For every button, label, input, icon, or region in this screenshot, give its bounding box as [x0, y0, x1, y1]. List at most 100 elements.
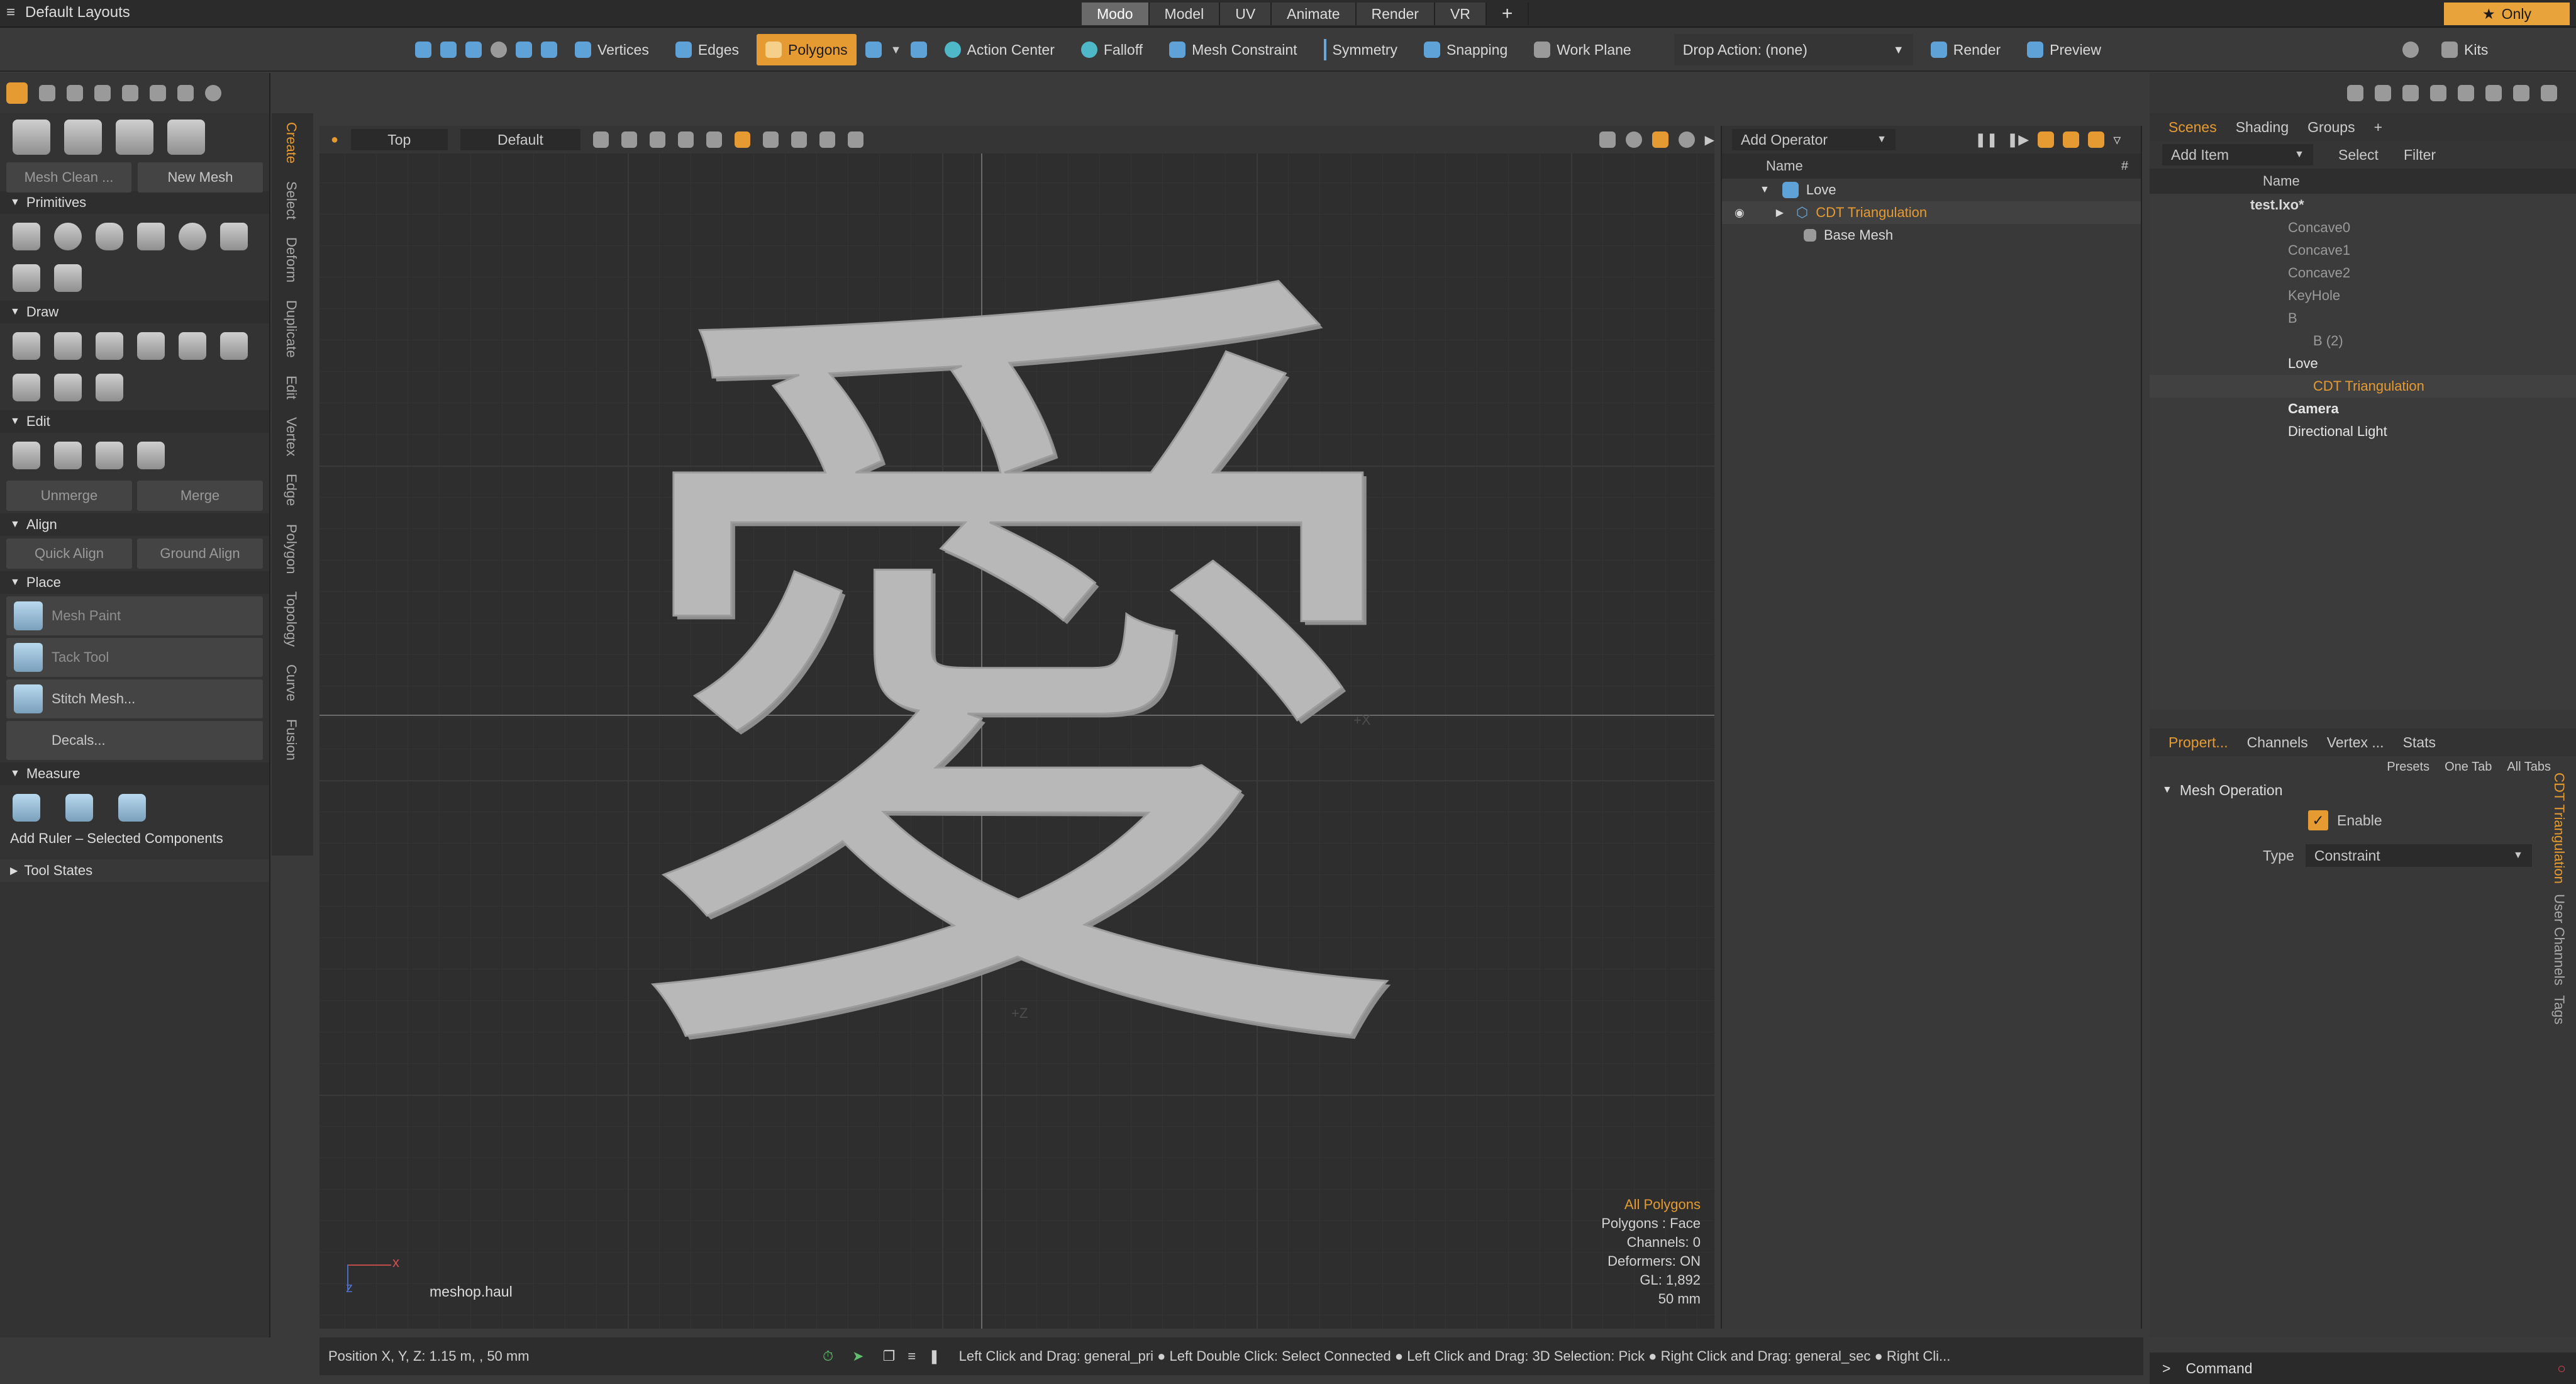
step-icon[interactable]: ❚▶ — [2007, 131, 2029, 148]
no-overlay-icon[interactable] — [847, 131, 863, 148]
tree-row[interactable]: B — [2150, 307, 2576, 330]
tube-icon[interactable] — [13, 264, 40, 292]
tab-curve[interactable]: Curve — [272, 656, 311, 710]
move-icon[interactable] — [39, 85, 55, 101]
camera-icon[interactable] — [2485, 85, 2502, 101]
mesh-paint-button[interactable]: Mesh Paint — [6, 596, 263, 635]
section-draw[interactable]: ▼ Draw — [0, 301, 269, 323]
mode-dropdown-icon[interactable]: ▼ — [891, 43, 902, 57]
pan-icon[interactable] — [1599, 131, 1616, 148]
mesh-op-row[interactable]: ◉ ▶ ⬡ CDT Triangulation — [1722, 201, 2141, 224]
one-tab-button[interactable]: One Tab — [2445, 760, 2492, 774]
rotate-icon[interactable] — [67, 85, 83, 101]
only-button[interactable]: ★ Only — [2444, 3, 2570, 25]
columns-icon[interactable]: ❚ — [928, 1348, 940, 1364]
select-through-icon[interactable] — [440, 42, 457, 58]
tab-deform[interactable]: Deform — [272, 228, 311, 291]
ground-align-button[interactable]: Ground Align — [137, 539, 263, 569]
side-tab-cdt[interactable]: CDT Triangulation — [2547, 767, 2571, 889]
pause-icon[interactable]: ❚❚ — [1975, 131, 1998, 148]
sketch-icon[interactable] — [54, 332, 82, 360]
scale-icon[interactable] — [94, 85, 111, 101]
tab-edge[interactable]: Edge — [272, 465, 311, 515]
add-layout-button[interactable]: + — [1487, 3, 1530, 25]
filter-icon[interactable]: ▿ — [2113, 131, 2121, 149]
layout-icon-1[interactable] — [2038, 131, 2055, 148]
tab-topology[interactable]: Topology — [272, 583, 311, 656]
edges-mode-button[interactable]: Edges — [667, 34, 748, 65]
add-item-button[interactable]: Add Item ▼ — [2162, 144, 2313, 165]
tree-row[interactable]: Concave2 — [2150, 262, 2576, 284]
mesh-love-character[interactable]: 愛 — [608, 214, 1428, 1158]
tab-properties[interactable]: Propert... — [2168, 734, 2228, 751]
tree-row[interactable]: B (2) — [2150, 330, 2576, 352]
layout-tab-uv[interactable]: UV — [1220, 3, 1272, 25]
mesh-clean-button[interactable]: Mesh Clean ... — [6, 162, 131, 193]
tab-create[interactable]: Create — [272, 113, 311, 172]
mesh-constraint-button[interactable]: Mesh Constraint — [1160, 34, 1306, 65]
enable-checkbox[interactable]: ✓ — [2308, 810, 2328, 830]
layout-tab-render[interactable]: Render — [1356, 3, 1435, 25]
group-icon[interactable] — [2513, 85, 2529, 101]
run-icon[interactable]: ➤ — [852, 1348, 863, 1364]
curve-draw-icon[interactable] — [137, 332, 165, 360]
falloff-button[interactable]: Falloff — [1072, 34, 1152, 65]
cut-icon[interactable] — [13, 442, 40, 469]
paste-icon[interactable] — [137, 442, 165, 469]
filter-button[interactable]: Filter — [2404, 147, 2436, 164]
tab-shading[interactable]: Shading — [2236, 119, 2289, 136]
bars-icon[interactable]: ≡ — [908, 1348, 916, 1364]
auto-select-icon[interactable] — [910, 42, 927, 58]
all-tabs-button[interactable]: All Tabs — [2507, 760, 2551, 774]
collapse-icon[interactable]: ▼ — [1760, 184, 1770, 196]
fit-view-icon[interactable] — [1652, 131, 1668, 148]
tab-select[interactable]: Select — [272, 172, 311, 228]
layout-icon-2[interactable] — [2063, 131, 2080, 148]
mesh-op-row[interactable]: Base Mesh — [1722, 224, 2141, 247]
3d-viewport[interactable]: +X +Z 愛 x z meshop.haul All Polygons Pol… — [319, 126, 1714, 1329]
assembly-icon[interactable] — [2347, 85, 2363, 101]
preview-button[interactable]: Preview — [2018, 34, 2110, 65]
work-plane-toggle-icon[interactable] — [6, 82, 28, 104]
search-icon[interactable] — [2402, 42, 2419, 58]
center-tool-icon[interactable] — [167, 120, 205, 155]
pen-tool-icon[interactable] — [13, 332, 40, 360]
tree-row[interactable]: test.lxo* — [2150, 194, 2576, 216]
element-move-icon[interactable] — [150, 85, 166, 101]
freehand-icon[interactable] — [54, 374, 82, 401]
grid-toggle-icon[interactable] — [593, 131, 609, 148]
tab-polygon[interactable]: Polygon — [272, 515, 311, 583]
protractor-icon[interactable] — [65, 794, 93, 822]
section-align[interactable]: ▼ Align — [0, 513, 269, 536]
spline-icon[interactable] — [13, 374, 40, 401]
layouts-menu[interactable]: ≡ Default Layouts — [6, 4, 130, 21]
expand-icon[interactable]: ▶ — [1776, 206, 1784, 219]
cone-icon[interactable] — [137, 223, 165, 250]
tab-duplicate[interactable]: Duplicate — [272, 291, 311, 367]
locator-icon[interactable] — [2541, 85, 2557, 101]
render-button[interactable]: Render — [1922, 34, 2009, 65]
shading-select[interactable]: Default — [460, 129, 581, 150]
polygons-mode-button[interactable]: Polygons — [757, 34, 857, 65]
hash-column-header[interactable]: # — [2121, 159, 2128, 174]
items-mode-icon[interactable] — [516, 42, 532, 58]
tab-stats[interactable]: Stats — [2403, 734, 2436, 751]
capsule-icon[interactable] — [96, 223, 123, 250]
add-ruler-button[interactable]: Add Ruler – Selected Components — [0, 830, 269, 847]
mesh-operation-section[interactable]: ▼ Mesh Operation — [2150, 778, 2576, 803]
type-select[interactable]: Constraint ▼ — [2305, 844, 2532, 867]
layout-icon-3[interactable] — [2088, 131, 2105, 148]
vertices-mode-button[interactable]: Vertices — [566, 34, 658, 65]
tab-vertex[interactable]: Vertex — [272, 408, 311, 465]
command-bar[interactable]: > Command ○ — [2150, 1353, 2576, 1384]
tab-fusion[interactable]: Fusion — [272, 710, 311, 769]
copy-icon[interactable]: ❐ — [883, 1348, 896, 1364]
visibility-eye-icon[interactable]: ◉ — [1735, 206, 1745, 220]
copy-icon[interactable] — [54, 442, 82, 469]
lasso-icon[interactable] — [491, 42, 507, 58]
layout-tab-model[interactable]: Model — [1149, 3, 1221, 25]
quick-align-button[interactable]: Quick Align — [6, 539, 132, 569]
side-tab-user-channels[interactable]: User Channels — [2547, 889, 2571, 991]
tree-row[interactable]: Concave1 — [2150, 239, 2576, 262]
name-column-header[interactable]: Name — [1766, 158, 1803, 174]
